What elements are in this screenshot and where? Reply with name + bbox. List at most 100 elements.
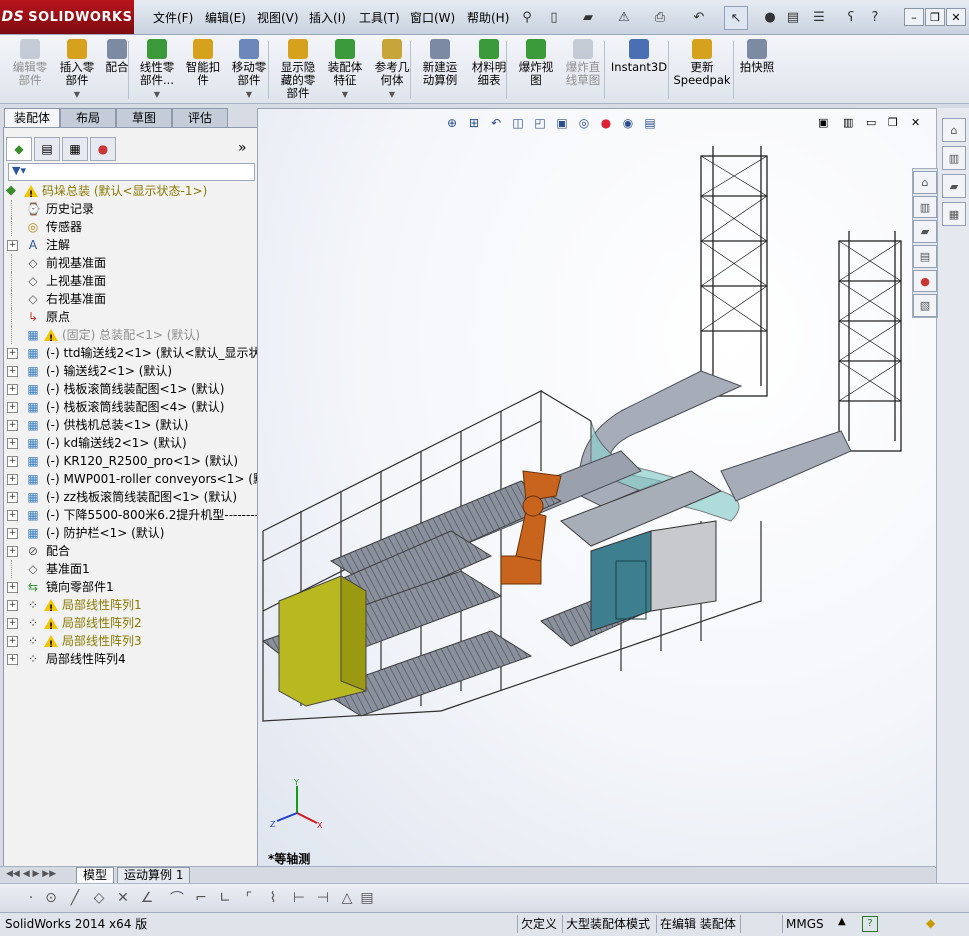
dimension-icon[interactable]: ⊢	[290, 889, 308, 907]
zoom-to-fit-icon[interactable]: ⊕	[443, 114, 461, 132]
triangle-icon[interactable]: △	[338, 889, 356, 907]
tree-item[interactable]: + ▦ (-) 栈板滚筒线装配图<1> (默认)	[4, 380, 254, 398]
section-view-icon[interactable]: ◫	[509, 114, 527, 132]
tree-item[interactable]: ◇ 基准面1	[4, 560, 254, 578]
expand-toggle-icon[interactable]: +	[7, 582, 18, 593]
tree-item[interactable]: + ⁘ 局部线性阵列4	[4, 650, 254, 668]
view-orientation-icon[interactable]: ◰	[531, 114, 549, 132]
menu-help[interactable]: 帮助(H)	[467, 9, 509, 26]
viewport-close-icon[interactable]: ✕	[911, 116, 920, 129]
select-pointer-icon[interactable]: ↖	[724, 6, 748, 30]
apply-scene-icon[interactable]: ◉	[619, 114, 637, 132]
tree-item[interactable]: + ▦ (-) zz栈板滚筒线装配图<1> (默认)	[4, 488, 254, 506]
view-settings-icon[interactable]: ▤	[641, 114, 659, 132]
view-palette-icon[interactable]: ▦	[942, 202, 966, 226]
cmd-explode-line-sketch-button[interactable]: 爆炸直线草图	[561, 39, 605, 101]
cmd-insert-component-button[interactable]: 插入零部件 ▼	[55, 39, 99, 101]
open-folder-icon[interactable]: ▰	[577, 6, 599, 28]
dropdown-arrow-icon[interactable]: ▼	[154, 88, 160, 101]
cmd-bom-button[interactable]: 材料明细表	[467, 39, 511, 101]
tab-evaluate[interactable]: 评估	[172, 108, 228, 127]
expand-toggle-icon[interactable]: +	[7, 636, 18, 647]
expand-pane-icon[interactable]: »	[238, 140, 247, 156]
traffic-light-icon[interactable]: ●	[759, 6, 781, 28]
tab-assembly[interactable]: 装配体	[4, 108, 60, 127]
expand-toggle-icon[interactable]: +	[7, 474, 18, 485]
expand-toggle-icon[interactable]: +	[7, 348, 18, 359]
tree-item[interactable]: + A 注解	[4, 236, 254, 254]
tree-filter-input[interactable]: ▼▾	[8, 163, 255, 181]
previous-view-icon[interactable]: ↶	[487, 114, 505, 132]
expand-toggle-icon[interactable]: +	[7, 600, 18, 611]
expand-toggle-icon[interactable]: +	[7, 420, 18, 431]
rebuild-warning-icon[interactable]: ⚠	[613, 6, 635, 28]
cmd-instant3d-button[interactable]: Instant3D	[611, 39, 667, 101]
cmd-smart-fasteners-button[interactable]: 智能扣件	[182, 39, 224, 101]
menu-view[interactable]: 视图(V)	[257, 9, 299, 26]
tree-item[interactable]: + ⊘ 配合	[4, 542, 254, 560]
menu-window[interactable]: 窗口(W)	[410, 9, 455, 26]
restore-button[interactable]: ❐	[925, 8, 945, 26]
cmd-show-hidden-button[interactable]: 显示隐藏的零部件	[276, 39, 320, 101]
expand-toggle-icon[interactable]: +	[7, 510, 18, 521]
viewport-minimize-icon[interactable]: ▭	[866, 116, 876, 129]
tree-item[interactable]: + ▦ (-) KR120_R2500_pro<1> (默认)	[4, 452, 254, 470]
tree-root[interactable]: ◆ 码垛总装 (默认<显示状态-1>)	[4, 182, 254, 205]
design-library-icon[interactable]: ▥	[942, 146, 966, 170]
menu-edit[interactable]: 编辑(E)	[205, 9, 246, 26]
cmd-snapshot-button[interactable]: 拍快照	[737, 39, 777, 101]
tree-item[interactable]: + ▦ (-) kd输送线2<1> (默认)	[4, 434, 254, 452]
assembly-model[interactable]: Y X Z	[258, 109, 936, 867]
tab-sketch[interactable]: 草图	[116, 108, 172, 127]
tab-motion-study[interactable]: 运动算例 1	[117, 867, 191, 884]
tree-item[interactable]: + ▦ (-) MWP001-roller conveyors<1> (默认)	[4, 470, 282, 488]
tree-item[interactable]: + ⁘ 局部线性阵列3	[4, 632, 254, 654]
spline-icon[interactable]: ⌇	[264, 889, 282, 907]
units-selector[interactable]: MMGS	[782, 915, 827, 933]
measure-icon[interactable]: ⊣	[314, 889, 332, 907]
angle-icon[interactable]: ∠	[138, 889, 156, 907]
expand-toggle-icon[interactable]: +	[7, 528, 18, 539]
expand-toggle-icon[interactable]: +	[7, 402, 18, 413]
feature-manager-tab-icon[interactable]: ◆	[6, 137, 32, 161]
display-manager-tab-icon[interactable]: ●	[90, 137, 116, 161]
tree-item[interactable]: + ▦ (-) 栈板滚筒线装配图<4> (默认)	[4, 398, 254, 416]
expand-toggle-icon[interactable]: +	[7, 438, 18, 449]
units-dropdown-icon[interactable]: ▲	[838, 916, 846, 927]
tree-item[interactable]: ◇ 前视基准面	[4, 254, 254, 272]
corner-icon[interactable]: ⌜	[240, 889, 258, 907]
tree-item[interactable]: + ▦ (-) 下降5500-800米6.2提升机型--------总	[4, 506, 271, 524]
cmd-linear-pattern-button[interactable]: 线性零部件... ▼	[136, 39, 178, 101]
dropdown-arrow-icon[interactable]: ▼	[342, 88, 348, 101]
circle-icon[interactable]: ⊙	[42, 889, 60, 907]
viewport-split-icon[interactable]: ▥	[843, 116, 853, 129]
folder-icon[interactable]: ▰	[913, 220, 937, 244]
polygon-icon[interactable]: ◇	[90, 889, 108, 907]
expand-toggle-icon[interactable]: +	[7, 546, 18, 557]
cmd-new-motion-study-button[interactable]: 新建运动算例	[418, 39, 462, 101]
help-icon[interactable]: ?	[864, 6, 886, 28]
expand-toggle-icon[interactable]: +	[7, 456, 18, 467]
display-style-icon[interactable]: ▣	[553, 114, 571, 132]
tree-item[interactable]: + ⁘ 局部线性阵列1	[4, 596, 254, 618]
tree-item[interactable]: ◇ 上视基准面	[4, 272, 254, 290]
chamfer-icon[interactable]: ∟	[216, 889, 234, 907]
table-icon[interactable]: ▤	[358, 889, 376, 907]
cmd-assembly-feature-button[interactable]: 装配体特征 ▼	[323, 39, 367, 101]
tree-item[interactable]: ⌚ 历史记录	[4, 200, 254, 218]
solidworks-logo[interactable]: DS SOLIDWORKS	[0, 0, 134, 34]
point-icon[interactable]: ·	[22, 889, 40, 907]
expand-toggle-icon[interactable]: +	[7, 654, 18, 665]
expand-toggle-icon[interactable]: +	[7, 366, 18, 377]
hide-show-items-icon[interactable]: ◎	[575, 114, 593, 132]
expand-toggle-icon[interactable]: +	[7, 384, 18, 395]
menu-file[interactable]: 文件(F)	[153, 9, 193, 26]
tree-item[interactable]: + ▦ (-) 输送线2<1> (默认)	[4, 362, 254, 380]
tree-item[interactable]: ▦ (固定) 总装配<1> (默认)	[4, 326, 254, 348]
custom-properties-icon[interactable]: ▧	[913, 294, 937, 318]
cmd-exploded-view-button[interactable]: 爆炸视图	[514, 39, 558, 101]
new-document-icon[interactable]: ▯	[543, 6, 565, 28]
library-icon[interactable]: ▥	[913, 195, 937, 219]
cmd-move-component-button[interactable]: 移动零部件 ▼	[228, 39, 270, 101]
menu-insert[interactable]: 插入(I)	[309, 9, 346, 26]
